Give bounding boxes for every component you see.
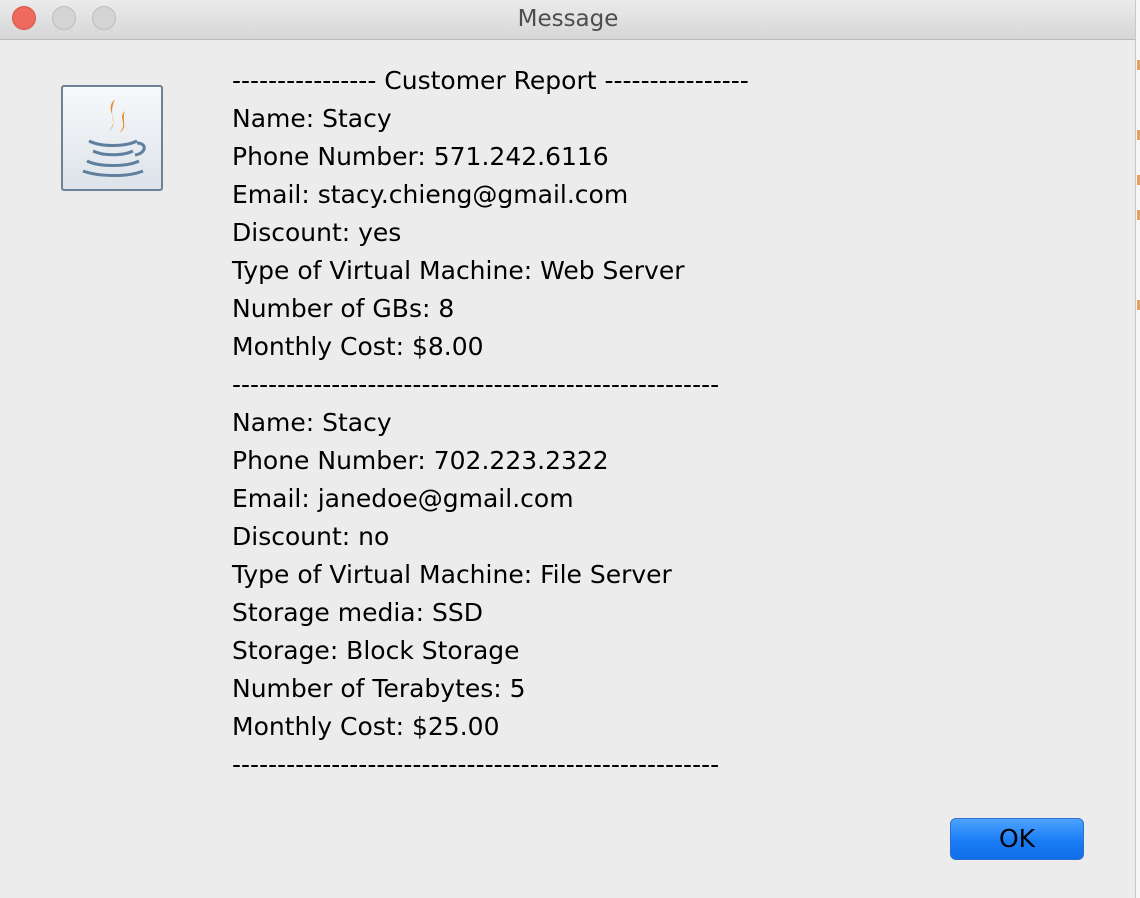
customer-vm-type: Type of Virtual Machine: Web Server (232, 256, 685, 285)
customer-name: Name: Stacy (232, 408, 392, 437)
customer-email: Email: stacy.chieng@gmail.com (232, 180, 629, 209)
record-separator: ----------------------------------------… (232, 370, 720, 399)
customer-record: Name: Stacy Phone Number: 571.242.6116 E… (232, 100, 1112, 404)
customer-vm-type: Type of Virtual Machine: File Server (232, 560, 672, 589)
customer-storage-media: Storage media: SSD (232, 598, 483, 627)
title-bar[interactable]: Message (0, 0, 1135, 40)
ok-button[interactable]: OK (950, 818, 1084, 860)
window-title: Message (517, 6, 619, 32)
customer-email: Email: janedoe@gmail.com (232, 484, 574, 513)
customer-terabytes: Number of Terabytes: 5 (232, 674, 526, 703)
customer-monthly-cost: Monthly Cost: $8.00 (232, 332, 484, 361)
customer-report: ---------------- Customer Report -------… (232, 62, 1112, 784)
record-separator: ----------------------------------------… (232, 750, 720, 779)
report-header: ---------------- Customer Report -------… (232, 66, 749, 95)
java-icon (61, 85, 163, 191)
customer-monthly-cost: Monthly Cost: $25.00 (232, 712, 500, 741)
customer-name: Name: Stacy (232, 104, 392, 133)
customer-discount: Discount: yes (232, 218, 402, 247)
message-dialog: Message ---------------- Customer Report… (0, 0, 1136, 898)
customer-record: Name: Stacy Phone Number: 702.223.2322 E… (232, 404, 1112, 784)
customer-discount: Discount: no (232, 522, 390, 551)
customer-phone: Phone Number: 702.223.2322 (232, 446, 609, 475)
customer-storage: Storage: Block Storage (232, 636, 520, 665)
customer-phone: Phone Number: 571.242.6116 (232, 142, 609, 171)
customer-gbs: Number of GBs: 8 (232, 294, 455, 323)
